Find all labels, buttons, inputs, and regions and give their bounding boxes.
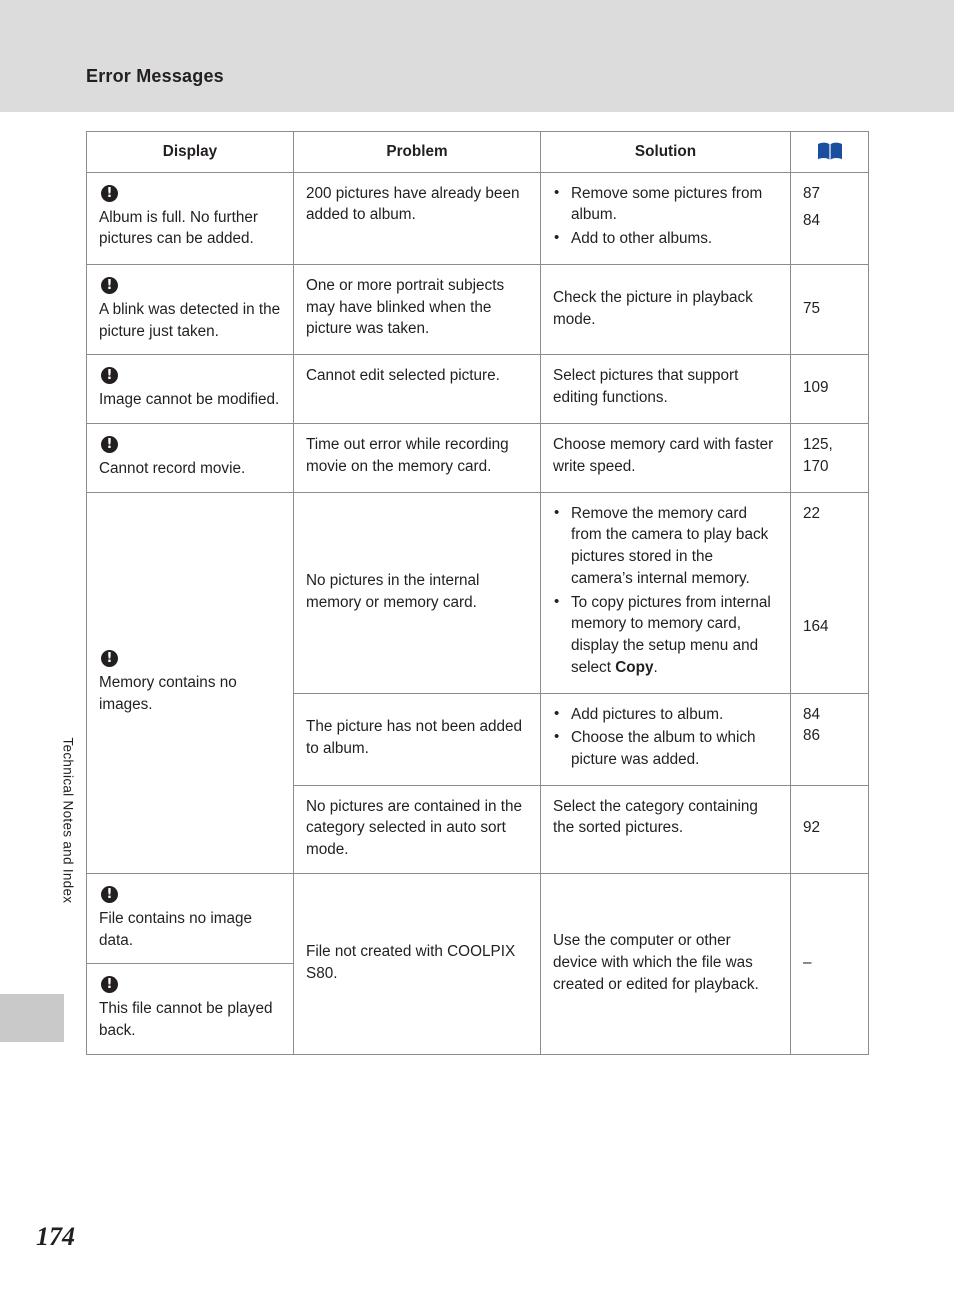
section-tab-label: Technical Notes and Index: [60, 737, 76, 904]
book-icon: [817, 142, 843, 161]
page-title: Error Messages: [86, 66, 224, 86]
page-ref: 86: [803, 727, 821, 745]
page-ref: 125,: [803, 436, 833, 454]
cell-problem: Cannot edit selected picture.: [293, 354, 541, 425]
cell-problem: File not created with COOLPIX S80.: [293, 872, 541, 1055]
page-ref: 84: [803, 212, 821, 230]
warning-icon: !: [101, 436, 118, 454]
column-header-display: Display: [86, 131, 294, 173]
cell-problem: The picture has not been added to album.: [293, 692, 541, 786]
solution-bullet: Add to other albums.: [553, 227, 778, 250]
cell-display: ! This file cannot be played back.: [86, 963, 294, 1055]
cell-display: ! Album is full. No further pictures can…: [86, 171, 294, 265]
column-header-problem: Problem: [293, 131, 541, 173]
table-row: ! Album is full. No further pictures can…: [86, 171, 869, 265]
table-row: ! Cannot record movie. Time out error wh…: [86, 423, 869, 493]
cell-display: ! A blink was detected in the picture ju…: [86, 263, 294, 356]
page-ref: 170: [803, 457, 829, 475]
cell-problem: One or more portrait subjects may have b…: [293, 263, 541, 356]
cell-page-ref: 109: [790, 354, 869, 425]
solution-bullet: Add pictures to album.: [553, 703, 778, 726]
cell-page-ref: 87 84: [790, 171, 869, 265]
table-header-row: Display Problem Solution: [86, 131, 869, 173]
warning-icon: !: [101, 184, 118, 202]
solution-bullet: Choose the album to which picture was ad…: [553, 726, 778, 770]
cell-problem: No pictures are contained in the categor…: [293, 784, 541, 874]
cell-problem: No pictures in the internal memory or me…: [293, 491, 541, 694]
cell-solution: Use the computer or other device with wh…: [540, 872, 791, 1055]
solution-bullet: Remove some pictures from album.: [553, 182, 778, 226]
page-number: 174: [36, 1222, 75, 1251]
column-header-solution: Solution: [540, 131, 791, 173]
warning-icon: !: [101, 976, 118, 994]
warning-icon: !: [101, 885, 118, 903]
page-ref: 164: [803, 618, 829, 636]
cell-display: ! File contains no image data.: [86, 872, 294, 965]
cell-page-ref: 22 164: [790, 491, 869, 694]
cell-problem: 200 pictures have already been added to …: [293, 171, 541, 265]
page-ref: 87: [803, 184, 821, 202]
solution-bullet: Remove the memory card from the camera t…: [553, 502, 778, 590]
cell-problem: Time out error while recording movie on …: [293, 423, 541, 493]
cell-solution: Check the picture in playback mode.: [540, 263, 791, 356]
column-header-page: [790, 131, 869, 173]
warning-icon: !: [101, 276, 118, 294]
error-messages-table: Display Problem Solution ! Album is full…: [86, 131, 869, 1055]
cell-page-ref: 92: [790, 784, 869, 874]
table-row: ! File contains no image data. File not …: [86, 872, 869, 1055]
cell-page-ref: 84 86: [790, 692, 869, 786]
cell-page-ref: –: [790, 872, 869, 1055]
page-header-band: Error Messages: [0, 0, 954, 112]
cell-page-ref: 75: [790, 263, 869, 356]
page-ref: 84: [803, 705, 821, 723]
table-row: ! Image cannot be modified. Cannot edit …: [86, 354, 869, 425]
cell-display: ! Image cannot be modified.: [86, 354, 294, 425]
menu-name-copy: Copy: [615, 658, 654, 676]
table-row: ! A blink was detected in the picture ju…: [86, 263, 869, 356]
cell-solution: Choose memory card with faster write spe…: [540, 423, 791, 493]
cell-page-ref: 125, 170: [790, 423, 869, 493]
cell-display: ! Memory contains no images.: [86, 491, 294, 874]
cell-solution: Remove some pictures from album. Add to …: [540, 171, 791, 265]
page-ref: 22: [803, 504, 821, 522]
warning-icon: !: [101, 650, 118, 668]
cell-solution: Add pictures to album. Choose the album …: [540, 692, 791, 786]
cell-solution: Select the category containing the sorte…: [540, 784, 791, 874]
cell-display: ! Cannot record movie.: [86, 423, 294, 493]
cell-solution: Select pictures that support editing fun…: [540, 354, 791, 425]
warning-icon: !: [101, 367, 118, 385]
cell-solution: Remove the memory card from the camera t…: [540, 491, 791, 694]
solution-bullet: To copy pictures from internal memory to…: [553, 591, 778, 679]
section-tab-marker: [0, 994, 64, 1042]
table-row: ! Memory contains no images. No pictures…: [86, 491, 869, 874]
